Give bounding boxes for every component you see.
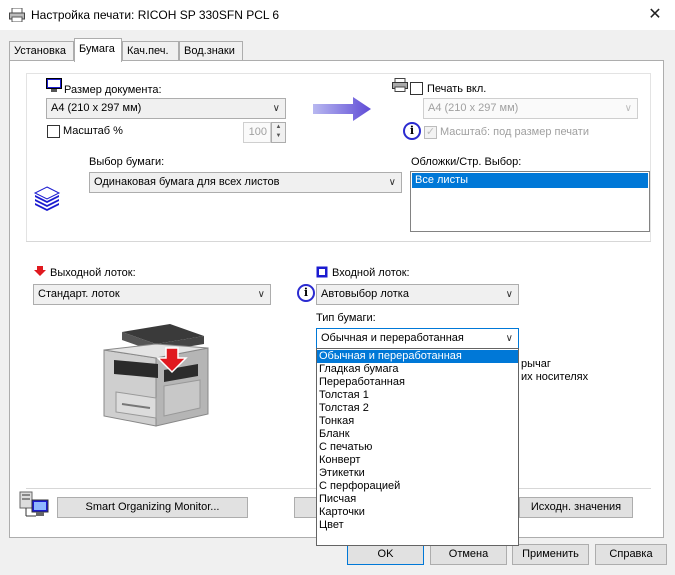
scale-input[interactable]: 100 <box>243 122 271 143</box>
paper-type-select[interactable]: Обычная и переработанная ∨ <box>316 328 519 349</box>
chevron-down-icon: ∨ <box>388 177 396 188</box>
covers-listbox[interactable]: Все листы <box>410 171 650 232</box>
paper-type-option[interactable]: Толстая 2 <box>317 402 518 415</box>
doc-size-value: A4 (210 x 297 мм) <box>51 102 142 114</box>
hidden-text-lever: рычаг <box>521 358 551 370</box>
print-on-value: A4 (210 x 297 мм) <box>428 102 519 114</box>
paper-type-dropdown[interactable]: Обычная и переработанная Гладкая бумага … <box>316 348 519 546</box>
output-tray-label: Выходной лоток: <box>50 267 136 279</box>
paper-type-option[interactable]: Переработанная <box>317 376 518 389</box>
title-bar: Настройка печати: RICOH SP 330SFN PCL 6 … <box>0 0 675 30</box>
doc-size-select[interactable]: A4 (210 x 297 мм) ∨ <box>46 98 286 119</box>
hidden-button[interactable] <box>294 497 318 518</box>
input-tray-value: Автовыбор лотка <box>321 288 409 300</box>
fit-checkbox[interactable]: ✓ <box>424 126 437 139</box>
paper-type-option[interactable]: Карточки <box>317 506 518 519</box>
arrow-down-icon <box>34 266 46 276</box>
help-button[interactable]: Справка <box>595 544 667 565</box>
paper-type-option[interactable]: Бланк <box>317 428 518 441</box>
paper-select-label: Выбор бумаги: <box>89 156 165 168</box>
scale-spinner[interactable]: ▲ ▼ <box>271 122 286 143</box>
tab-print-quality[interactable]: Кач.печ. <box>122 41 179 61</box>
window-title: Настройка печати: RICOH SP 330SFN PCL 6 <box>31 8 280 22</box>
paper-select-value: Одинаковая бумага для всех листов <box>94 176 280 188</box>
monitor-icon <box>46 78 62 92</box>
paper-type-option[interactable]: С перфорацией <box>317 480 518 493</box>
paper-type-option[interactable]: Толстая 1 <box>317 389 518 402</box>
print-on-label: Печать вкл. <box>427 83 487 95</box>
tab-watermarks[interactable]: Вод.знаки <box>179 41 243 61</box>
apply-button[interactable]: Применить <box>512 544 589 565</box>
printer-illustration <box>103 324 209 427</box>
paper-type-option[interactable]: Конверт <box>317 454 518 467</box>
covers-item-all[interactable]: Все листы <box>412 173 648 188</box>
output-tray-value: Стандарт. лоток <box>38 288 120 300</box>
covers-label: Обложки/Стр. Выбор: <box>411 156 522 168</box>
printer-icon <box>9 8 25 22</box>
print-on-select[interactable]: A4 (210 x 297 мм) ∨ <box>423 98 638 119</box>
network-computer-icon <box>19 491 49 517</box>
paper-type-option[interactable]: Гладкая бумага <box>317 363 518 376</box>
close-button[interactable]: ✕ <box>640 2 670 28</box>
print-on-checkbox[interactable] <box>410 82 423 95</box>
scale-checkbox[interactable] <box>47 125 60 138</box>
paper-type-option[interactable]: С печатью <box>317 441 518 454</box>
chevron-down-icon: ∨ <box>624 103 632 114</box>
cancel-button[interactable]: Отмена <box>430 544 507 565</box>
chevron-down-icon: ∨ <box>505 333 513 344</box>
info-icon[interactable]: i <box>297 284 315 302</box>
paper-type-value: Обычная и переработанная <box>321 332 464 344</box>
paper-type-option[interactable]: Этикетки <box>317 467 518 480</box>
chevron-down-icon: ∨ <box>505 289 513 300</box>
input-tray-select[interactable]: Автовыбор лотка ∨ <box>316 284 519 305</box>
printer-small-icon <box>392 78 408 92</box>
input-tray-label: Входной лоток: <box>332 267 410 279</box>
info-icon[interactable]: i <box>403 122 421 140</box>
chevron-down-icon: ∨ <box>272 103 280 114</box>
chevron-down-icon: ∨ <box>257 289 265 300</box>
doc-size-label: Размер документа: <box>64 84 162 96</box>
paper-type-option[interactable]: Тонкая <box>317 415 518 428</box>
fit-label: Масштаб: под размер печати <box>440 126 589 138</box>
tab-paper[interactable]: Бумага <box>74 38 122 62</box>
paper-type-option[interactable]: Обычная и переработанная <box>317 350 518 363</box>
ok-button[interactable]: OK <box>347 544 424 565</box>
paper-type-option[interactable]: Писчая <box>317 493 518 506</box>
paper-select-select[interactable]: Одинаковая бумага для всех листов ∨ <box>89 172 402 193</box>
tab-setup[interactable]: Установка <box>9 41 74 61</box>
paper-type-label: Тип бумаги: <box>316 312 376 324</box>
divider <box>26 241 651 242</box>
paper-stack-icon <box>33 186 61 211</box>
smart-organizing-monitor-button[interactable]: Smart Organizing Monitor... <box>57 497 248 518</box>
scale-label: Масштаб % <box>63 125 123 137</box>
defaults-button[interactable]: Исходн. значения <box>519 497 633 518</box>
output-tray-select[interactable]: Стандарт. лоток ∨ <box>33 284 271 305</box>
paper-type-option[interactable]: Цвет <box>317 519 518 532</box>
input-tray-icon <box>316 266 328 278</box>
hidden-text-media: их носителях <box>521 371 589 383</box>
arrow-right-icon <box>313 97 371 121</box>
